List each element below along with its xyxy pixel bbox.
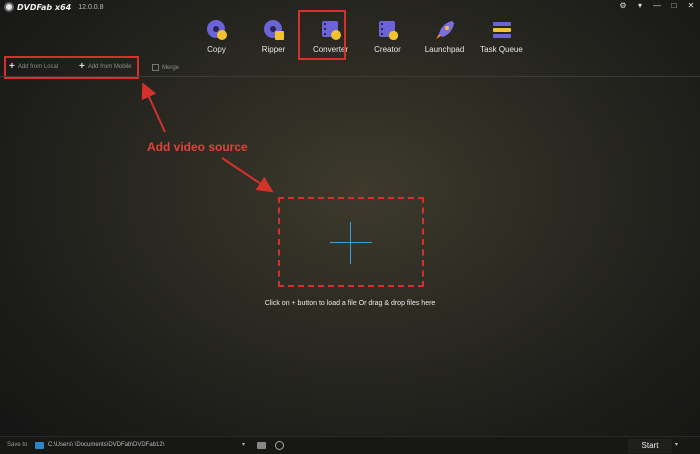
window-controls: ⚙ ▾ — □ ✕ xyxy=(618,1,696,10)
module-label: Launchpad xyxy=(424,45,465,54)
start-button[interactable]: Start xyxy=(628,439,672,453)
add-plus-icon[interactable] xyxy=(330,242,372,243)
output-path-field[interactable]: C:\Users\ \Documents\DVDFab\DVDFab12\ xyxy=(48,440,248,451)
gear-icon[interactable]: ⚙ xyxy=(618,1,628,10)
add-plus-icon-vertical[interactable] xyxy=(350,222,351,264)
arrow-to-add-source xyxy=(141,82,166,133)
menu-icon[interactable]: ▾ xyxy=(635,1,645,10)
disc-copy-icon xyxy=(206,20,227,40)
queue-list-icon xyxy=(492,22,511,38)
module-ripper[interactable]: Ripper xyxy=(245,10,302,60)
start-options-chevron-icon[interactable]: ▾ xyxy=(675,441,678,448)
globe-icon[interactable] xyxy=(275,441,284,450)
drop-hint-text: Click on + button to load a file Or drag… xyxy=(264,300,436,307)
module-nav: Copy Ripper Converter Creator Launchpad xyxy=(188,10,530,60)
module-label: Ripper xyxy=(261,45,286,54)
save-to-label: Save to xyxy=(7,442,28,448)
dvdfab-logo-icon xyxy=(4,2,14,12)
module-label: Creator xyxy=(374,45,401,54)
drop-zone[interactable] xyxy=(278,197,424,287)
browse-folder-icon[interactable] xyxy=(257,442,266,449)
rocket-icon xyxy=(435,21,454,39)
module-label: Task Queue xyxy=(480,45,523,54)
maximize-icon[interactable]: □ xyxy=(669,1,679,10)
toolbar-divider xyxy=(0,76,700,77)
chevron-down-icon[interactable]: ▾ xyxy=(242,441,245,448)
merge-button[interactable]: Merge xyxy=(152,64,179,71)
app-logo: DVDFab x64 12.0.0.8 xyxy=(4,2,104,12)
merge-label: Merge xyxy=(162,64,180,71)
annotation-label: Add video source xyxy=(147,140,248,154)
module-creator[interactable]: Creator xyxy=(359,10,416,60)
folder-icon xyxy=(35,442,44,449)
module-launchpad[interactable]: Launchpad xyxy=(416,10,473,60)
app-version: 12.0.0.8 xyxy=(78,3,104,11)
minimize-icon[interactable]: — xyxy=(652,1,662,10)
close-icon[interactable]: ✕ xyxy=(686,1,696,10)
converter-highlight-box xyxy=(298,10,346,60)
module-label: Copy xyxy=(207,45,226,54)
arrow-to-drop-zone xyxy=(221,157,274,193)
bottom-bar: Save to C:\Users\ \Documents\DVDFab\DVDF… xyxy=(0,436,700,454)
disc-ripper-icon xyxy=(263,20,284,40)
module-task-queue[interactable]: Task Queue xyxy=(473,10,530,60)
merge-icon xyxy=(152,64,159,71)
film-creator-icon xyxy=(378,21,398,40)
module-copy[interactable]: Copy xyxy=(188,10,245,60)
app-name: DVDFab x64 xyxy=(17,2,72,12)
